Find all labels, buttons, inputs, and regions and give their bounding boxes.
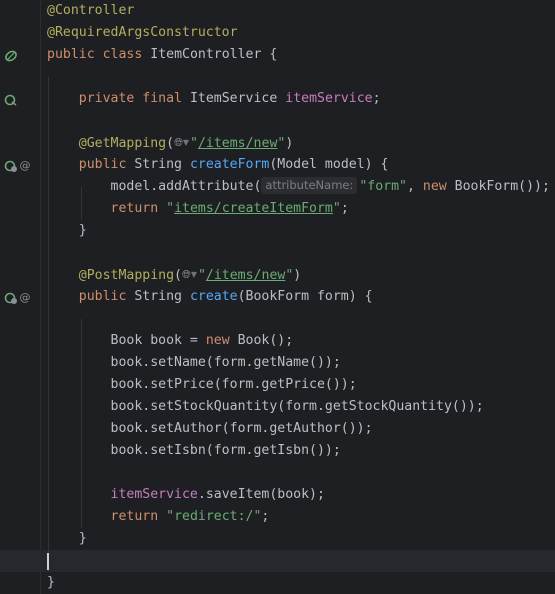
keyword: class bbox=[102, 47, 143, 62]
code-editor[interactable]: @ @ @Controller @RequiredArgsConstructor… bbox=[0, 0, 555, 594]
statement: book.setPrice(form.getPrice()); bbox=[110, 377, 357, 392]
code-line-11[interactable]: } bbox=[0, 220, 87, 242]
string-literal: "form" bbox=[359, 179, 407, 194]
parameters: (Model model) { bbox=[269, 157, 389, 172]
code-line-20[interactable]: book.setAuthor(form.getAuthor()); bbox=[0, 418, 373, 440]
statement: book.setName(form.getName()); bbox=[110, 355, 341, 370]
code-line-7[interactable]: @GetMapping(🌐︎▼"/items/new") bbox=[0, 132, 294, 154]
code-line-10[interactable]: return "items/createItemForm"; bbox=[0, 198, 349, 220]
annotation: @PostMapping bbox=[78, 268, 175, 283]
code-line-27[interactable]: } bbox=[0, 572, 55, 594]
code-line-5[interactable]: private final ItemService itemService; bbox=[0, 88, 381, 110]
method-name: create bbox=[189, 289, 238, 304]
semicolon: ; bbox=[372, 91, 381, 106]
annotation: @Controller bbox=[47, 3, 135, 18]
field-name: itemService bbox=[110, 487, 198, 502]
declaration: Book book = bbox=[110, 333, 206, 348]
parameters: (BookForm form) { bbox=[237, 289, 373, 304]
current-line-highlight bbox=[0, 550, 555, 572]
quote: " bbox=[332, 201, 341, 216]
statement: book.setAuthor(form.getAuthor()); bbox=[110, 421, 373, 436]
paren: ) bbox=[285, 136, 294, 151]
quote: " bbox=[190, 136, 198, 151]
text-cursor bbox=[47, 553, 49, 570]
globe-icon[interactable]: 🌐︎ bbox=[174, 132, 183, 154]
paren: ) bbox=[293, 268, 302, 283]
code-line-9[interactable]: model.addAttribute(attributeName: "form",… bbox=[0, 176, 550, 198]
type-name: String bbox=[134, 157, 182, 172]
brace: { bbox=[261, 47, 278, 62]
string-literal: "redirect:/" bbox=[166, 509, 262, 524]
statement: book.setStockQuantity(form.getStockQuant… bbox=[110, 399, 484, 414]
keyword: final bbox=[142, 91, 182, 106]
chevron-down-icon[interactable]: ▼ bbox=[183, 132, 189, 154]
brace: } bbox=[78, 531, 87, 546]
code-line-1[interactable]: @Controller bbox=[0, 0, 134, 22]
keyword: public bbox=[47, 47, 95, 62]
brace: } bbox=[47, 575, 55, 590]
quote: " bbox=[197, 268, 206, 283]
code-line-25[interactable]: } bbox=[0, 528, 87, 550]
semicolon: ; bbox=[261, 509, 270, 524]
code-line-17[interactable]: book.setName(form.getName()); bbox=[0, 352, 341, 374]
url-link[interactable]: /items/new bbox=[198, 136, 277, 151]
method-name: createForm bbox=[189, 157, 270, 172]
code-line-2[interactable]: @RequiredArgsConstructor bbox=[0, 22, 238, 44]
chevron-down-icon[interactable]: ▼ bbox=[191, 264, 197, 286]
paren: ( bbox=[166, 136, 175, 151]
brace: } bbox=[78, 223, 87, 238]
code-line-24[interactable]: return "redirect:/"; bbox=[0, 506, 270, 528]
code-line-19[interactable]: book.setStockQuantity(form.getStockQuant… bbox=[0, 396, 484, 418]
annotation: @RequiredArgsConstructor bbox=[47, 25, 238, 40]
paren: ( bbox=[174, 268, 182, 283]
class-name: ItemController bbox=[150, 47, 262, 62]
code-line-18[interactable]: book.setPrice(form.getPrice()); bbox=[0, 374, 357, 396]
template-link[interactable]: items/createItemForm bbox=[174, 201, 333, 216]
parameter-hint: attributeName: bbox=[261, 177, 358, 194]
gutter-divider bbox=[40, 0, 41, 594]
method-call: model.addAttribute( bbox=[110, 179, 262, 194]
globe-icon[interactable]: 🌐︎ bbox=[182, 264, 191, 286]
quote: " bbox=[166, 201, 175, 216]
keyword: public bbox=[78, 289, 127, 304]
code-line-3[interactable]: public class ItemController { bbox=[0, 44, 277, 66]
keyword: public bbox=[78, 157, 127, 172]
statement: book.setIsbn(form.getIsbn()); bbox=[110, 443, 341, 458]
code-line-21[interactable]: book.setIsbn(form.getIsbn()); bbox=[0, 440, 341, 462]
type-name: ItemService bbox=[189, 91, 278, 106]
url-link[interactable]: /items/new bbox=[206, 268, 285, 283]
code-line-8[interactable]: public String createForm(Model model) { bbox=[0, 154, 389, 176]
method-call: .saveItem(book); bbox=[197, 487, 325, 502]
comma: , bbox=[407, 179, 423, 194]
code-line-23[interactable]: itemService.saveItem(book); bbox=[0, 484, 325, 506]
keyword: new bbox=[422, 179, 447, 194]
field-name: itemService bbox=[285, 91, 373, 106]
semicolon: ; bbox=[340, 201, 349, 216]
code-line-13[interactable]: @PostMapping(🌐︎▼"/items/new") bbox=[0, 264, 301, 286]
constructor-call: BookForm()); bbox=[446, 179, 550, 194]
keyword: return bbox=[110, 201, 159, 216]
keyword: private bbox=[78, 91, 135, 106]
keyword: return bbox=[110, 509, 159, 524]
type-name: String bbox=[134, 289, 182, 304]
keyword: new bbox=[205, 333, 230, 348]
constructor-call: Book(); bbox=[229, 333, 294, 348]
code-line-14[interactable]: public String create(BookForm form) { bbox=[0, 286, 373, 308]
annotation: @GetMapping bbox=[78, 136, 167, 151]
code-line-16[interactable]: Book book = new Book(); bbox=[0, 330, 294, 352]
